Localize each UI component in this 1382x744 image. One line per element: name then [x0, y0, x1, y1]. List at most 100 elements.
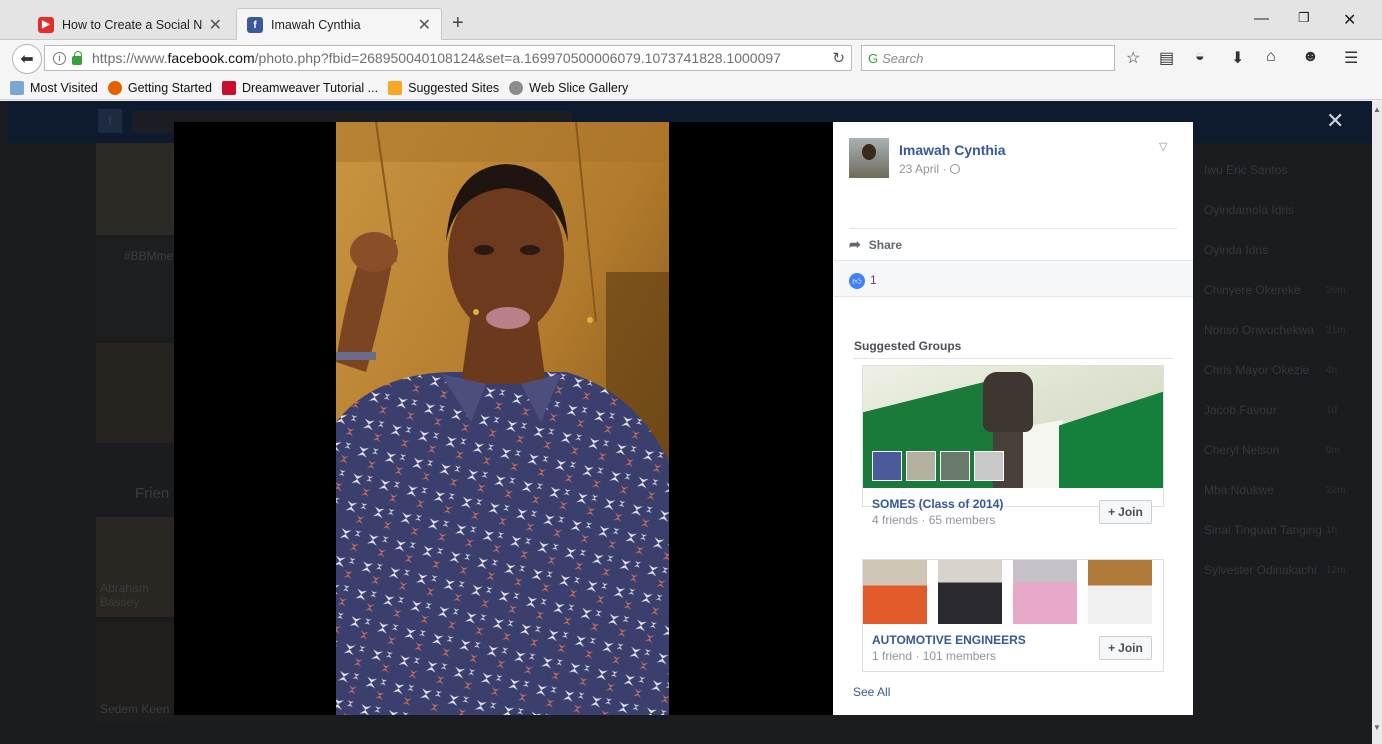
- group-cover-photo: [863, 366, 1163, 488]
- chevron-down-icon[interactable]: ▽: [1159, 140, 1167, 153]
- chat-time: 22m: [1326, 485, 1346, 496]
- post-date: 23 April ·: [899, 162, 961, 176]
- share-icon: ➦: [849, 236, 861, 252]
- download-icon[interactable]: ⬇: [1231, 48, 1244, 68]
- photo-viewer: Imawah Cynthia 23 April · ▽ ➦ Share 👍︎ 1…: [174, 122, 1193, 715]
- bookmark-label: Suggested Sites: [408, 80, 500, 95]
- chat-time: 9m: [1326, 445, 1340, 456]
- chat-time: 12m: [1326, 565, 1346, 576]
- globe-icon: [950, 164, 961, 174]
- reload-icon[interactable]: ↻: [832, 49, 845, 67]
- pocket-icon[interactable]: ◒: [1195, 48, 1205, 66]
- chat-time: 21m: [1326, 325, 1346, 336]
- bookmark-getting-started[interactable]: Getting Started: [107, 80, 212, 95]
- search-input[interactable]: G Search: [861, 45, 1115, 71]
- close-icon[interactable]: ✕: [1326, 108, 1344, 134]
- facebook-logo-icon: f: [98, 109, 122, 133]
- member-avatar[interactable]: [906, 451, 936, 481]
- bookmark-web-slice[interactable]: Web Slice Gallery: [509, 80, 629, 95]
- navigation-bar: ⬅ i https://www.facebook.com/photo.php?f…: [0, 40, 1382, 76]
- chat-contact: Jacob Favour: [1204, 403, 1277, 417]
- divider: [853, 358, 1173, 359]
- new-tab-button[interactable]: +: [452, 12, 464, 35]
- chat-time: 4h: [1326, 365, 1338, 376]
- join-label: Join: [1118, 505, 1143, 519]
- photo[interactable]: [336, 122, 669, 715]
- divider: [849, 228, 1177, 229]
- photo-image: [336, 122, 669, 715]
- chat-contact: Sinai Tinguan Tanging: [1204, 523, 1322, 537]
- avatar[interactable]: [849, 138, 889, 178]
- group-card[interactable]: AUTOMOTIVE ENGINEERS 1 friend · 101 memb…: [862, 559, 1164, 672]
- info-icon[interactable]: i: [53, 51, 66, 65]
- chat-contact: Nonso Onwuchekwa: [1204, 323, 1315, 337]
- facebook-icon: f: [247, 17, 263, 33]
- plus-icon: +: [1108, 641, 1116, 655]
- see-all-link[interactable]: See All: [853, 685, 890, 699]
- like-count[interactable]: 1: [870, 273, 877, 287]
- bookmark-label: Dreamweaver Tutorial ...: [241, 80, 379, 95]
- friends-heading: Frien: [135, 485, 170, 502]
- back-button[interactable]: ⬅: [12, 44, 42, 74]
- reading-list-icon[interactable]: ▤: [1159, 48, 1174, 68]
- like-icon[interactable]: 👍︎: [849, 273, 865, 289]
- member-avatar[interactable]: [872, 451, 902, 481]
- bookmark-dreamweaver[interactable]: Dreamweaver Tutorial ...: [221, 80, 379, 95]
- bookmark-star-icon[interactable]: ☆: [1126, 48, 1140, 68]
- tab-bar: ▶ How to Create a Social Ne... ✕ f Imawa…: [0, 0, 1382, 41]
- member-avatar[interactable]: [974, 451, 1004, 481]
- maximize-button[interactable]: ❐: [1298, 10, 1310, 26]
- background-photo: [96, 343, 174, 443]
- member-photo: [1088, 560, 1152, 624]
- photo-side-panel: Imawah Cynthia 23 April · ▽ ➦ Share 👍︎ 1…: [833, 122, 1193, 715]
- friend-name: Sedem Keen: [100, 702, 170, 716]
- chat-time: 20m: [1326, 285, 1346, 296]
- close-icon[interactable]: ✕: [418, 15, 431, 35]
- bookmark-most-visited[interactable]: Most Visited: [10, 80, 98, 95]
- search-placeholder: Search: [882, 50, 924, 66]
- home-icon[interactable]: ⌂: [1266, 48, 1276, 66]
- group-meta: 4 friends · 65 members: [872, 513, 996, 527]
- minimize-button[interactable]: —: [1254, 10, 1269, 27]
- bookmark-suggested-sites[interactable]: Suggested Sites: [388, 80, 500, 95]
- tab-title: Imawah Cynthia: [271, 18, 361, 32]
- menu-icon[interactable]: ☰: [1344, 48, 1358, 68]
- close-icon[interactable]: ✕: [209, 15, 222, 35]
- join-button[interactable]: + Join: [1099, 636, 1152, 660]
- chat-contact: Oyinda Idris: [1204, 243, 1269, 257]
- web-slice-icon: [509, 80, 524, 95]
- group-card[interactable]: SOMES (Class of 2014) 4 friends · 65 mem…: [862, 365, 1164, 527]
- suggested-groups-title: Suggested Groups: [854, 339, 962, 353]
- chat-contact: Chris Mayor Okezie: [1204, 363, 1310, 377]
- background-photo: [96, 143, 174, 235]
- tab-facebook[interactable]: f Imawah Cynthia ✕: [236, 8, 442, 41]
- folder-icon: [10, 80, 24, 95]
- bookmark-label: Most Visited: [30, 80, 98, 95]
- poster-name[interactable]: Imawah Cynthia: [899, 142, 1006, 158]
- scroll-up-icon[interactable]: ▲: [1373, 105, 1381, 114]
- member-photo: [938, 560, 1002, 624]
- chat-contact: Cheryl Nelson: [1204, 443, 1280, 457]
- url-text: https://www.facebook.com/photo.php?fbid=…: [92, 50, 781, 66]
- dreamweaver-icon: [221, 80, 236, 95]
- chat-contact: Oyindamola Idris: [1204, 203, 1295, 217]
- tab-youtube[interactable]: ▶ How to Create a Social Ne... ✕: [28, 9, 232, 40]
- lock-icon: [72, 50, 82, 65]
- search-engine-icon: G: [868, 50, 879, 66]
- youtube-icon: ▶: [38, 16, 54, 33]
- scrollbar[interactable]: ▲ ▼: [1372, 101, 1382, 744]
- chat-contact: Chinyere Okereke: [1204, 283, 1301, 297]
- group-meta: 1 friend · 101 members: [872, 649, 997, 663]
- url-bar[interactable]: i https://www.facebook.com/photo.php?fbi…: [44, 45, 852, 71]
- member-avatar[interactable]: [940, 451, 970, 481]
- share-button[interactable]: ➦ Share: [849, 236, 902, 253]
- join-label: Join: [1118, 641, 1143, 655]
- join-button[interactable]: + Join: [1099, 500, 1152, 524]
- chat-icon[interactable]: ☻: [1302, 48, 1319, 66]
- likes-bar: 👍︎ 1: [833, 260, 1193, 297]
- window-close-button[interactable]: ✕: [1343, 10, 1356, 30]
- group-name[interactable]: AUTOMOTIVE ENGINEERS: [872, 633, 1026, 647]
- bookmark-label: Web Slice Gallery: [529, 80, 629, 95]
- scroll-down-icon[interactable]: ▼: [1373, 723, 1381, 732]
- group-name[interactable]: SOMES (Class of 2014): [872, 497, 1003, 511]
